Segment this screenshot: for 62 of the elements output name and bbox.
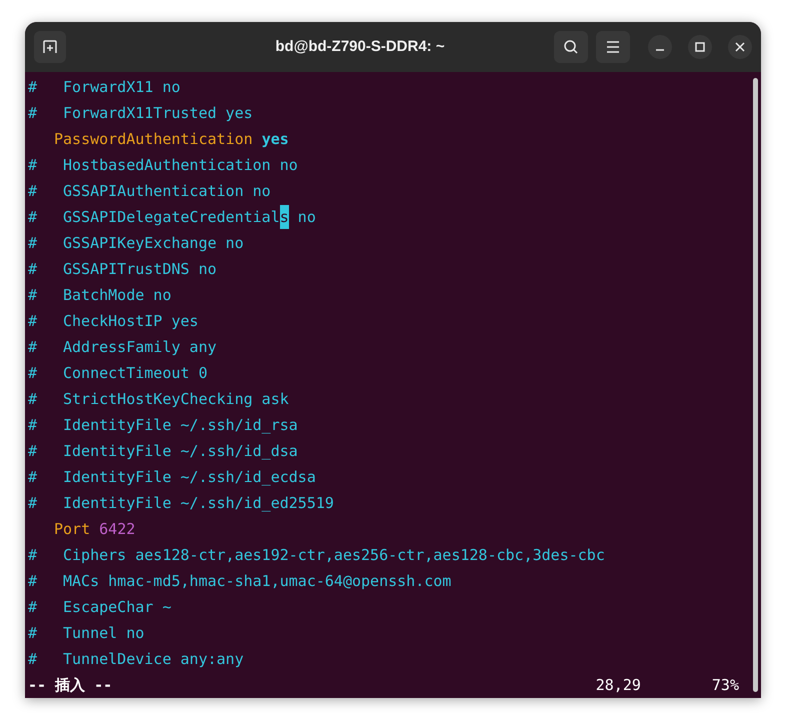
comment-marker: # bbox=[28, 570, 38, 592]
code-text: StrictHostKeyChecking ask bbox=[63, 388, 289, 410]
comment-marker: # bbox=[28, 440, 38, 462]
comment-marker: # bbox=[28, 206, 38, 228]
code-text: IdentityFile ~/.ssh/id_rsa bbox=[63, 414, 298, 436]
minimize-button[interactable] bbox=[648, 35, 672, 59]
code-text: BatchMode no bbox=[63, 284, 172, 306]
search-icon bbox=[563, 39, 579, 55]
code-text: HostbasedAuthentication no bbox=[63, 154, 298, 176]
scroll-percent: 73% bbox=[712, 674, 739, 696]
code-text: Port 6422 bbox=[54, 518, 136, 540]
scrollbar-thumb[interactable] bbox=[753, 78, 758, 692]
code-text: Ciphers aes128-ctr,aes192-ctr,aes256-ctr,aes128-cbc,3des-cbc bbox=[63, 544, 605, 566]
cursor-position: 28,29 bbox=[596, 674, 641, 696]
comment-marker: # bbox=[28, 232, 38, 254]
comment-marker: # bbox=[28, 622, 38, 644]
comment-marker: # bbox=[28, 154, 38, 176]
comment-marker: # bbox=[28, 76, 38, 98]
comment-marker: # bbox=[28, 544, 38, 566]
search-button[interactable] bbox=[554, 31, 588, 63]
code-text: MACs hmac-md5,hmac-sha1,umac-64@openssh.com bbox=[63, 570, 452, 592]
close-icon bbox=[735, 42, 745, 52]
menu-button[interactable] bbox=[596, 31, 630, 63]
code-text: IdentityFile ~/.ssh/id_ecdsa bbox=[63, 466, 316, 488]
code-text: GSSAPIDelegateCredentials no bbox=[63, 205, 316, 229]
close-button[interactable] bbox=[728, 35, 752, 59]
code-text: Tunnel no bbox=[63, 622, 144, 644]
code-text: GSSAPIKeyExchange no bbox=[63, 232, 244, 254]
comment-marker: # bbox=[28, 284, 38, 306]
comment-marker: # bbox=[28, 466, 38, 488]
comment-marker: # bbox=[28, 492, 38, 514]
code-text: TunnelDevice any:any bbox=[63, 648, 244, 670]
comment-marker: # bbox=[28, 310, 38, 332]
comment-marker: # bbox=[28, 102, 38, 124]
maximize-button[interactable] bbox=[688, 35, 712, 59]
code-text: AddressFamily any bbox=[63, 336, 217, 358]
code-text: ForwardX11Trusted yes bbox=[63, 102, 253, 124]
code-text: GSSAPIAuthentication no bbox=[63, 180, 271, 202]
code-text: IdentityFile ~/.ssh/id_dsa bbox=[63, 440, 298, 462]
comment-marker: # bbox=[28, 414, 38, 436]
comment-marker: # bbox=[28, 362, 38, 384]
code-text: PasswordAuthentication yes bbox=[54, 128, 289, 150]
code-text: GSSAPITrustDNS no bbox=[63, 258, 217, 280]
comment-marker: # bbox=[28, 336, 38, 358]
new-tab-icon bbox=[42, 39, 58, 55]
window-title: bd@bd-Z790-S-DDR4: ~ bbox=[275, 36, 445, 57]
maximize-icon bbox=[695, 42, 705, 52]
comment-marker: # bbox=[28, 388, 38, 410]
code-text: EscapeChar ~ bbox=[63, 596, 172, 618]
code-text: IdentityFile ~/.ssh/id_ed25519 bbox=[63, 492, 334, 514]
comment-marker: # bbox=[28, 596, 38, 618]
code-text: ConnectTimeout 0 bbox=[63, 362, 208, 384]
text-cursor: s bbox=[280, 205, 289, 229]
code-text: CheckHostIP yes bbox=[63, 310, 198, 332]
code-text: ForwardX11 no bbox=[63, 76, 180, 98]
mode-indicator: -- 插入 -- bbox=[28, 674, 112, 696]
comment-marker: # bbox=[28, 648, 38, 670]
new-tab-button[interactable] bbox=[34, 31, 66, 63]
menu-icon bbox=[606, 41, 620, 53]
minimize-icon bbox=[656, 49, 664, 51]
comment-marker: # bbox=[28, 180, 38, 202]
comment-marker: # bbox=[28, 258, 38, 280]
